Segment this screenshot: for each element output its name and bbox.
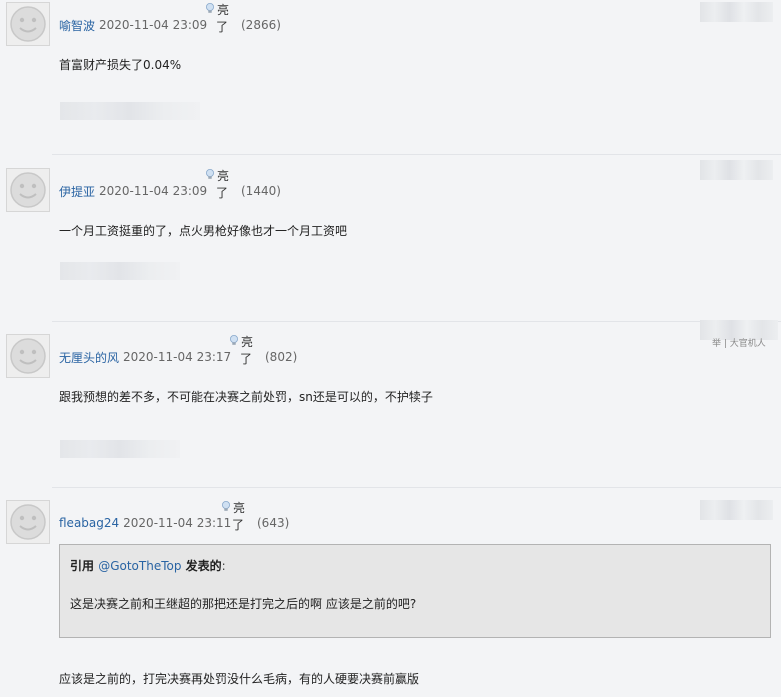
like-label-bottom: 了 [232,518,245,532]
divider [52,321,781,322]
username-link[interactable]: fleabag24 [59,516,119,530]
like-button[interactable]: 亮 了 (643) [220,500,300,534]
like-label-top: 亮 [233,501,246,515]
quote-prefix: 引用 [70,559,95,573]
username-link[interactable]: 无厘头的风 [59,349,119,366]
post-body: 一个月工资挺重的了，点火男枪好像也才一个月工资吧 [59,224,348,238]
avatar[interactable] [6,2,50,46]
quote-block: 引用 @GotoTheTop 发表的: 这是决赛之前和王继超的那把还是打完之后的… [59,544,771,638]
default-avatar-icon [10,338,46,374]
post-2: 伊提亚 2020-11-04 23:09 亮 了 (1440) 一个月工资挺重的… [0,160,781,322]
quote-suffix: 发表的 [185,559,222,573]
like-button[interactable]: 亮 了 (802) [228,334,308,368]
post-3: 无厘头的风 2020-11-04 23:17 亮 了 (802) 举 | 大官机… [0,320,781,488]
obscured-actions [700,2,773,22]
lightbulb-icon [206,169,214,179]
like-count: (802) [265,350,298,364]
post-meta: 无厘头的风 2020-11-04 23:17 [59,348,231,366]
obscured-reply-bar [60,262,180,280]
post-1: 喻智波 2020-11-04 23:09 亮 了 (2866) 首富财产损失了0… [0,0,781,155]
post-body: 应该是之前的，打完决赛再处罚没什么毛病，有的人硬要决赛前赢版 [59,672,420,686]
post-datetime: 2020-11-04 23:17 [123,350,232,364]
obscured-reply-bar [60,102,200,120]
default-avatar-icon [10,6,46,42]
divider [52,154,781,155]
like-count: (2866) [241,18,281,32]
quote-header: 引用 @GotoTheTop 发表的: [70,557,226,574]
obscured-actions [700,500,773,520]
default-avatar-icon [10,504,46,540]
default-avatar-icon [10,172,46,208]
avatar[interactable] [6,500,50,544]
like-label-bottom: 了 [216,186,229,200]
username-link[interactable]: 喻智波 [59,17,95,34]
like-label-top: 亮 [217,169,230,183]
post-body: 首富财产损失了0.04% [59,58,182,72]
post-datetime: 2020-11-04 23:11 [123,516,232,530]
like-button[interactable]: 亮 了 (2866) [204,2,284,36]
post-4: fleabag24 2020-11-04 23:11 亮 了 (643) 引用 … [0,492,781,697]
like-label-bottom: 了 [216,20,229,34]
like-button[interactable]: 亮 了 (1440) [204,168,284,202]
obscured-action-text: 举 | 大官机人 [712,339,766,349]
like-label-top: 亮 [217,3,230,17]
like-count: (643) [257,516,290,530]
post-datetime: 2020-11-04 23:09 [99,184,208,198]
post-meta: fleabag24 2020-11-04 23:11 [59,514,231,532]
like-label-bottom: 了 [240,352,253,366]
post-body: 跟我预想的差不多，不可能在决赛之前处罚，sn还是可以的，不护犊子 [59,390,433,404]
lightbulb-icon [230,335,238,345]
like-count: (1440) [241,184,281,198]
obscured-actions [700,160,773,180]
avatar[interactable] [6,168,50,212]
post-datetime: 2020-11-04 23:09 [99,18,208,32]
obscured-reply-bar [60,440,180,458]
quote-colon: : [221,559,226,573]
divider [52,487,781,488]
like-label-top: 亮 [241,335,254,349]
username-link[interactable]: 伊提亚 [59,183,95,200]
lightbulb-icon [222,501,230,511]
lightbulb-icon [206,3,214,13]
quote-text: 这是决赛之前和王继超的那把还是打完之后的啊 应该是之前的吧? [70,597,417,611]
avatar[interactable] [6,334,50,378]
post-meta: 伊提亚 2020-11-04 23:09 [59,182,207,200]
quote-author-link[interactable]: @GotoTheTop [98,559,181,573]
post-meta: 喻智波 2020-11-04 23:09 [59,16,207,34]
